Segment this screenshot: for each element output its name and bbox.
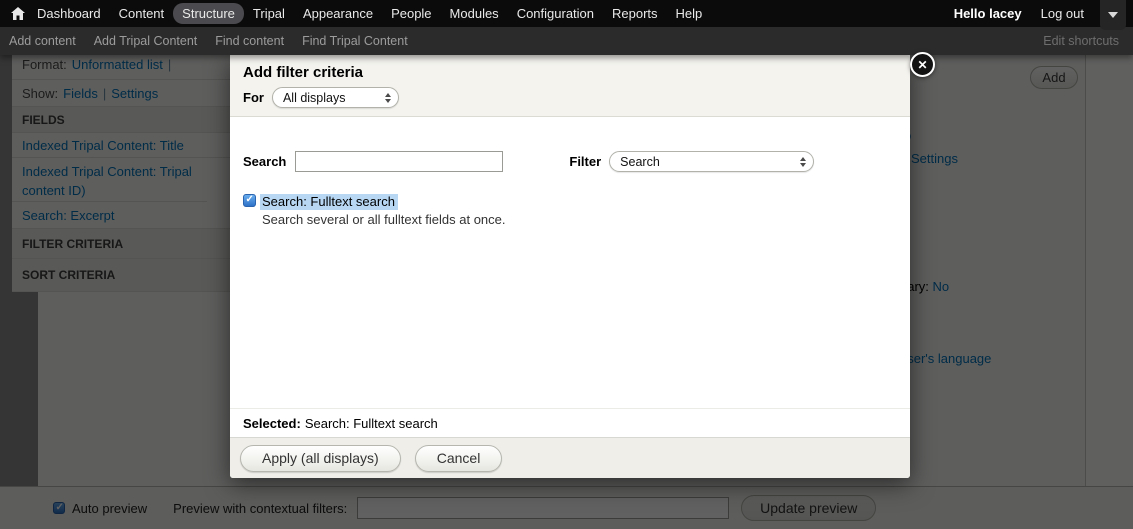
- admin-menu: Dashboard Content Structure Tripal Appea…: [28, 3, 711, 24]
- menu-item-dashboard[interactable]: Dashboard: [28, 3, 110, 24]
- fulltext-option-description: Search several or all fulltext fields at…: [262, 212, 506, 227]
- menu-item-tripal[interactable]: Tripal: [244, 3, 294, 24]
- for-label: For: [243, 90, 264, 105]
- select-arrows-icon: [385, 93, 391, 103]
- selected-summary: Selected: Search: Fulltext search: [230, 408, 910, 437]
- fulltext-option-checkbox[interactable]: [243, 194, 256, 207]
- for-displays-select[interactable]: All displays: [272, 87, 399, 108]
- modal-header: Add filter criteria For All displays: [230, 55, 910, 117]
- app-window: Dashboard Content Structure Tripal Appea…: [0, 0, 1133, 529]
- shortcut-find-tripal-content[interactable]: Find Tripal Content: [293, 30, 417, 52]
- home-icon[interactable]: [11, 7, 25, 20]
- cancel-button[interactable]: Cancel: [415, 445, 503, 472]
- selected-value: Search: Fulltext search: [305, 416, 438, 431]
- filter-select-value: Search: [620, 155, 660, 169]
- filter-select[interactable]: Search: [609, 151, 814, 172]
- logout-link[interactable]: Log out: [1032, 3, 1093, 24]
- menu-item-modules[interactable]: Modules: [441, 3, 508, 24]
- search-label: Search: [243, 154, 286, 169]
- menu-item-reports[interactable]: Reports: [603, 3, 667, 24]
- modal-title: Add filter criteria: [243, 64, 897, 81]
- shortcut-add-tripal-content[interactable]: Add Tripal Content: [85, 30, 207, 52]
- chevron-down-icon: [1108, 12, 1118, 18]
- shortcut-find-content[interactable]: Find content: [206, 30, 293, 52]
- admin-toolbar: Dashboard Content Structure Tripal Appea…: [0, 0, 1133, 27]
- for-select-value: All displays: [283, 91, 346, 105]
- filter-label: Filter: [569, 154, 601, 169]
- toolbar-toggle-button[interactable]: [1100, 0, 1126, 30]
- add-filter-criteria-modal: Add filter criteria For All displays Sea…: [230, 55, 910, 478]
- search-input[interactable]: [295, 151, 503, 172]
- close-icon: ✕: [917, 59, 927, 71]
- fulltext-option-row: Search: Fulltext search: [243, 194, 398, 210]
- shortcut-add-content[interactable]: Add content: [0, 30, 85, 52]
- selected-label: Selected:: [243, 416, 301, 431]
- menu-item-appearance[interactable]: Appearance: [294, 3, 382, 24]
- menu-item-help[interactable]: Help: [667, 3, 712, 24]
- modal-footer: Apply (all displays) Cancel: [230, 437, 910, 478]
- select-arrows-icon: [800, 157, 806, 167]
- for-row: For All displays: [243, 87, 897, 108]
- menu-item-configuration[interactable]: Configuration: [508, 3, 603, 24]
- toolbar-right: Hello lacey Log out: [944, 3, 1093, 24]
- shortcut-bar: Add content Add Tripal Content Find cont…: [0, 27, 1133, 55]
- modal-close-button[interactable]: ✕: [910, 52, 935, 77]
- edit-shortcuts-link[interactable]: Edit shortcuts: [1034, 30, 1133, 52]
- menu-item-structure[interactable]: Structure: [173, 3, 244, 24]
- user-greeting: Hello lacey: [944, 3, 1032, 24]
- menu-item-people[interactable]: People: [382, 3, 440, 24]
- apply-button[interactable]: Apply (all displays): [240, 445, 401, 472]
- menu-item-content[interactable]: Content: [110, 3, 174, 24]
- search-filter-row: Search Filter Search: [243, 151, 897, 172]
- fulltext-option-label[interactable]: Search: Fulltext search: [260, 194, 398, 210]
